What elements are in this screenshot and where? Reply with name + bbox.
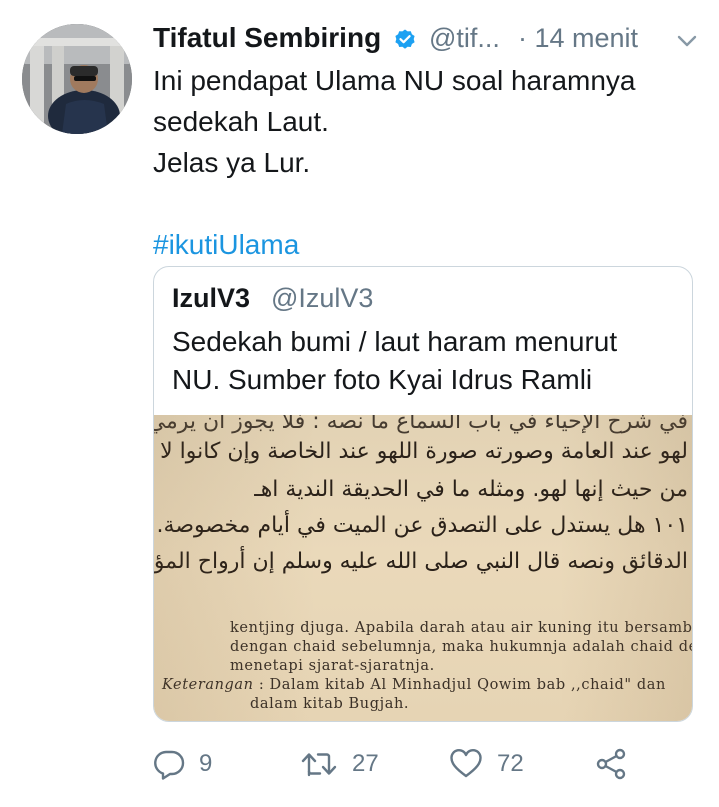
tweet-header: Tifatul Sembiring @tif... · 14 menit bbox=[153, 20, 701, 60]
photo-arabic-line: في شرح الإحياء في باب السماع ما نصه : فل… bbox=[154, 415, 688, 434]
photo-keterangan-line-2: dalam kitab Bugjah. bbox=[250, 696, 410, 712]
avatar-image bbox=[22, 24, 132, 134]
verified-badge-icon bbox=[393, 28, 417, 52]
like-count: 72 bbox=[497, 750, 524, 777]
photo-arabic-line: ١٠١ هل يستدل على التصدق عن الميت في أيام… bbox=[154, 513, 688, 538]
retweet-icon bbox=[300, 748, 338, 780]
tweet-text-line: Ini pendapat Ulama NU soal haramnya bbox=[153, 65, 636, 96]
hashtag-link[interactable]: #ikutiUlama bbox=[153, 224, 693, 265]
tweet-text-line: Jelas ya Lur. bbox=[153, 147, 311, 178]
retweet-count: 27 bbox=[352, 750, 379, 777]
avatar[interactable] bbox=[22, 24, 132, 134]
tweet-text: Ini pendapat Ulama NU soal haramnya sede… bbox=[153, 60, 693, 265]
quoted-tweet-text: Sedekah bumi / laut haram menurut NU. Su… bbox=[172, 323, 677, 399]
quoted-author-name: IzulV3 bbox=[172, 283, 251, 313]
share-icon bbox=[594, 748, 628, 780]
quoted-text-line: NU. Sumber foto Kyai Idrus Ramli bbox=[172, 364, 593, 395]
photo-arabic-line: لهو عند العامة وصورته صورة اللهو عند الخ… bbox=[154, 439, 688, 464]
share-button[interactable] bbox=[594, 748, 628, 780]
reply-count: 9 bbox=[199, 750, 213, 777]
photo-latin-line: menetapi sjarat-sjaratnja. bbox=[230, 658, 435, 674]
photo-keterangan-line: Keterangan : Dalam kitab Al Minhadjul Qo… bbox=[162, 677, 666, 693]
photo-latin-line: dengan chaid sebelumnja, maka hukumnja a… bbox=[230, 639, 693, 655]
reply-icon bbox=[153, 748, 185, 780]
photo-arabic-line: الدقائق ونصه قال النبي صلى الله عليه وسل… bbox=[154, 549, 688, 574]
photo-latin-line: kentjing djuga. Apabila darah atau air k… bbox=[230, 620, 693, 636]
reply-button[interactable]: 9 bbox=[153, 748, 212, 780]
tweet-timestamp[interactable]: · 14 menit bbox=[518, 23, 638, 54]
quoted-text-line: Sedekah bumi / laut haram menurut bbox=[172, 326, 618, 357]
tweet-actions: 9 27 72 bbox=[153, 740, 693, 790]
photo-arabic-line: من حيث إنها لهو. ومثله ما في الحديقة الن… bbox=[254, 477, 688, 502]
photo-keterangan-label: Keterangan bbox=[162, 677, 254, 693]
author-handle[interactable]: @tif... bbox=[429, 23, 500, 54]
author-name[interactable]: Tifatul Sembiring bbox=[153, 22, 381, 54]
photo-keterangan-text: : Dalam kitab Al Minhadjul Qowim bab ,,c… bbox=[253, 677, 666, 693]
like-button[interactable]: 72 bbox=[449, 748, 524, 780]
quoted-author-handle: @IzulV3 bbox=[271, 283, 374, 313]
quoted-tweet-card[interactable]: IzulV3 @IzulV3 Sedekah bumi / laut haram… bbox=[153, 266, 693, 722]
quoted-tweet-photo[interactable]: في شرح الإحياء في باب السماع ما نصه : فل… bbox=[154, 415, 693, 721]
retweet-button[interactable]: 27 bbox=[300, 748, 379, 780]
heart-icon bbox=[449, 748, 483, 780]
tweet-text-line: sedekah Laut. bbox=[153, 106, 329, 137]
chevron-down-icon[interactable] bbox=[677, 34, 697, 48]
